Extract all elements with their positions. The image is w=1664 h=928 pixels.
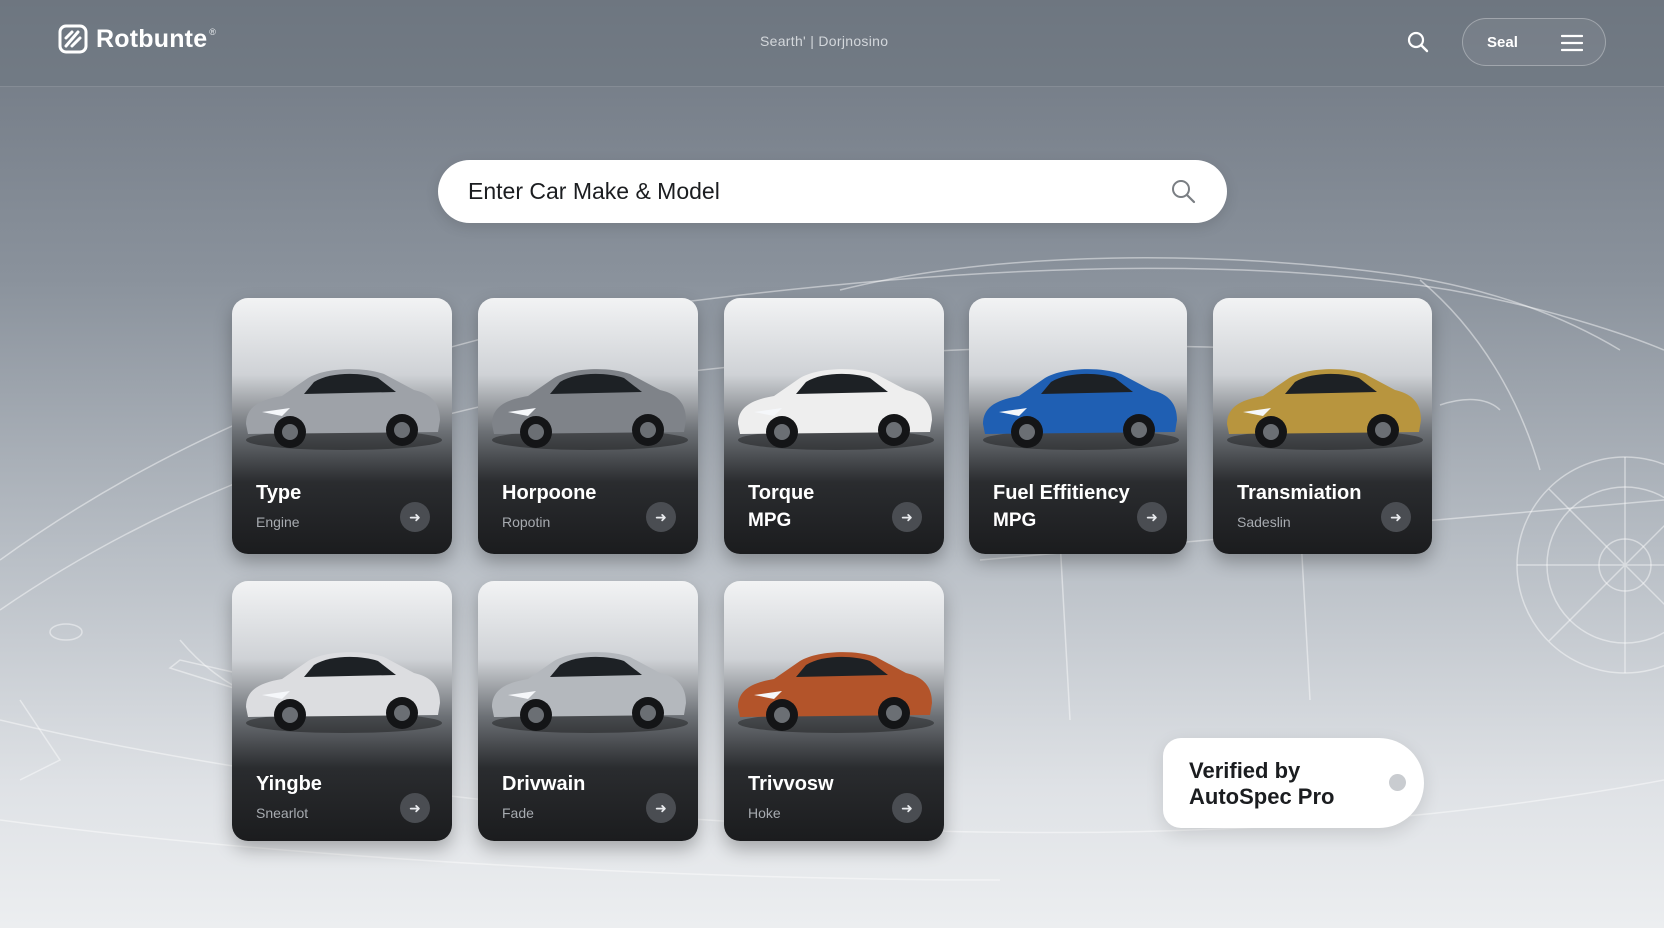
menu-icon[interactable] xyxy=(1561,34,1583,52)
nav-link-diagnostics[interactable]: Dorjnosino xyxy=(818,33,888,49)
car-image xyxy=(983,369,1179,450)
verified-line-2: AutoSpec Pro xyxy=(1189,784,1335,809)
spec-card-fuel-efficiency[interactable]: Fuel Effitiency MPG ➜ xyxy=(969,298,1187,554)
card-subtitle: Snearlot xyxy=(256,805,309,821)
brand-name: Rotbunte xyxy=(96,24,208,53)
car-image xyxy=(246,369,442,450)
arrow-right-icon[interactable]: ➜ xyxy=(1137,502,1167,532)
card-subtitle: Engine xyxy=(256,514,300,530)
brand[interactable]: Rotbunte ® xyxy=(58,24,216,54)
spec-card-transmission[interactable]: Transmiation Sadeslin ➜ xyxy=(1213,298,1432,554)
verified-line-1: Verified by xyxy=(1189,758,1301,783)
spec-card-horsepower[interactable]: Horpoone Ropotin ➜ xyxy=(478,298,698,554)
nav-center-links[interactable]: Searth' | Dorjnosino xyxy=(760,33,888,49)
card-subtitle: Ropotin xyxy=(502,514,551,530)
spec-card-drivetrain[interactable]: Drivwain Fade ➜ xyxy=(478,581,698,841)
arrow-right-icon[interactable]: ➜ xyxy=(1381,502,1411,532)
verified-badge: Verified by AutoSpec Pro xyxy=(1163,738,1424,828)
spec-card-torque[interactable]: Torque MPG ➜ xyxy=(724,298,944,554)
top-navigation-bar: Rotbunte ® Searth' | Dorjnosino Seal xyxy=(0,0,1664,87)
car-image xyxy=(246,652,442,733)
card-title: Drivwain xyxy=(502,773,586,795)
card-title: Torque xyxy=(748,482,815,504)
search-icon[interactable] xyxy=(1170,178,1196,204)
card-subtitle: Hoke xyxy=(748,805,781,821)
arrow-right-icon[interactable]: ➜ xyxy=(892,793,922,823)
spec-card-type[interactable]: Type Engine ➜ xyxy=(232,298,452,554)
card-title: Yingbe xyxy=(256,773,322,795)
car-search-input[interactable] xyxy=(468,160,1148,223)
card-title: Horpoone xyxy=(502,482,597,504)
header-pill-label: Seal xyxy=(1487,34,1518,51)
card-title: Transmiation xyxy=(1237,482,1362,504)
arrow-right-icon[interactable]: ➜ xyxy=(646,502,676,532)
car-image xyxy=(492,369,688,450)
card-subtitle: Sadeslin xyxy=(1237,514,1291,530)
arrow-right-icon[interactable]: ➜ xyxy=(646,793,676,823)
car-image xyxy=(738,369,934,450)
header-pill-button[interactable]: Seal xyxy=(1462,18,1606,66)
brand-logo-icon xyxy=(58,24,88,54)
car-image xyxy=(492,652,688,733)
card-title: Type xyxy=(256,482,302,504)
search-icon[interactable] xyxy=(1406,30,1430,54)
car-search-bar[interactable] xyxy=(438,160,1227,223)
status-dot-icon xyxy=(1389,774,1406,791)
card-subtitle: MPG xyxy=(993,510,1037,531)
arrow-right-icon[interactable]: ➜ xyxy=(892,502,922,532)
car-image xyxy=(1227,369,1423,450)
registered-mark: ® xyxy=(209,27,216,37)
arrow-right-icon[interactable]: ➜ xyxy=(400,502,430,532)
spec-card-engine-2[interactable]: Yingbe Snearlot ➜ xyxy=(232,581,452,841)
card-subtitle: Fade xyxy=(502,805,534,821)
spec-card-trivia[interactable]: Trivvosw Hoke ➜ xyxy=(724,581,944,841)
arrow-right-icon[interactable]: ➜ xyxy=(400,793,430,823)
card-subtitle: MPG xyxy=(748,510,792,531)
card-title: Trivvosw xyxy=(748,773,834,795)
nav-link-search[interactable]: Searth' xyxy=(760,33,806,49)
car-image xyxy=(738,652,934,733)
card-title: Fuel Effitiency xyxy=(993,482,1130,504)
